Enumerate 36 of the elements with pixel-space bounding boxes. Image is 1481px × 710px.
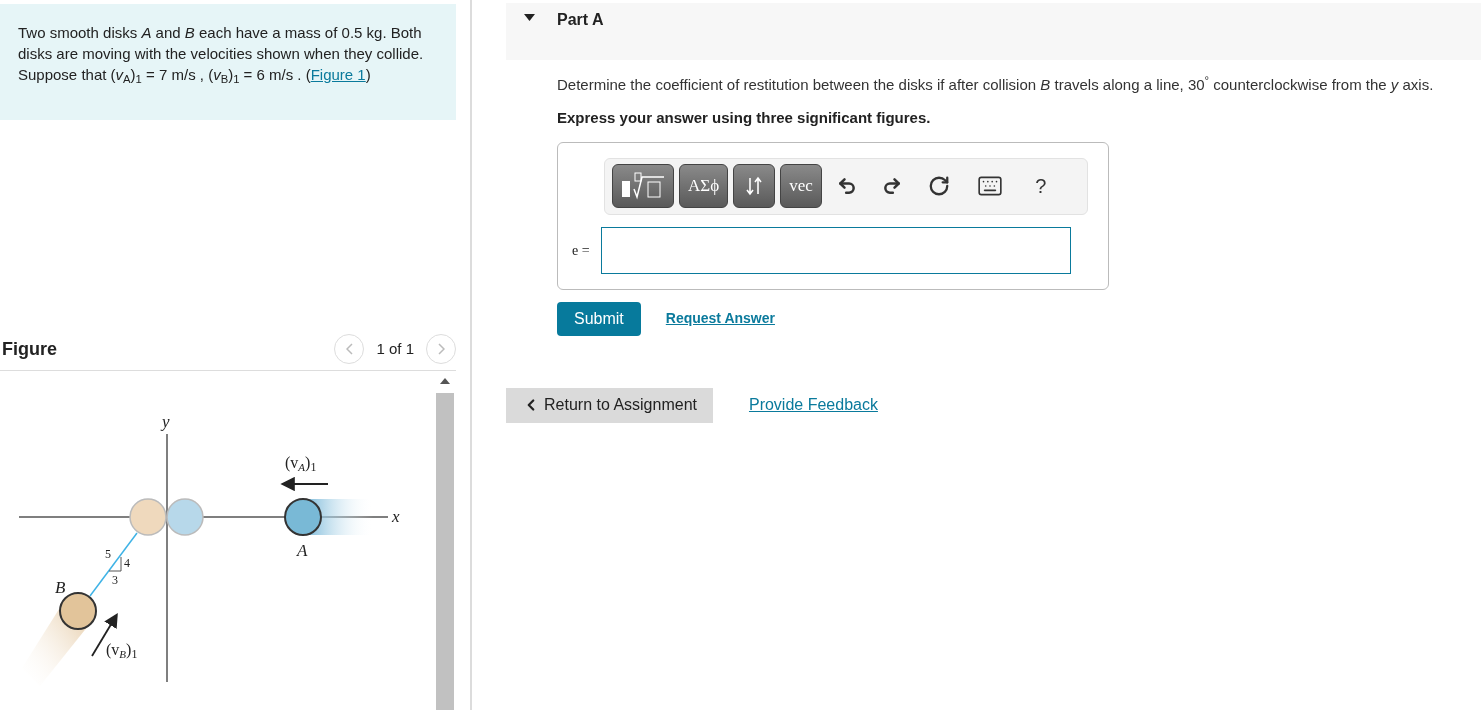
- slope-label: 4: [124, 556, 130, 570]
- velocity-label: (v$_{A}$)$_{1}$: [285, 454, 317, 474]
- up-down-arrows-icon: [745, 176, 764, 196]
- request-answer-link[interactable]: Request Answer: [665, 308, 775, 329]
- problem-text: Two smooth disks A and B each have a mass of 0.5 kg. Both disks are moving with the velocities shown when they collide. Suppose that (v$_{A}$)$_{1}$ = 7 m/s , (v$_{B}$)$_{1}$ = 6 m/s . (Figure 1): [18, 23, 425, 85]
- answer-field[interactable]: [600, 226, 1071, 274]
- template-button[interactable]: [612, 164, 674, 208]
- symbol-button[interactable]: vec: [780, 164, 822, 208]
- slope-label: 3: [112, 573, 118, 587]
- help-button[interactable]: ?: [1018, 164, 1063, 208]
- submit-button[interactable]: Submit: [557, 301, 641, 336]
- disk-label: A: [297, 541, 308, 560]
- axis-label: x: [392, 507, 400, 526]
- reset-icon: [927, 175, 950, 197]
- figure-counter: 1 of 1: [376, 338, 414, 359]
- chevron-right-icon: [437, 343, 445, 355]
- redo-icon: [881, 176, 902, 196]
- figure-heading: Figure: [1, 337, 57, 361]
- chevron-left-icon: [345, 343, 353, 355]
- part-title: Part A: [557, 10, 604, 30]
- scroll-up-icon: [440, 378, 450, 384]
- arrows-button[interactable]: [733, 164, 776, 208]
- disk-label: B: [55, 578, 66, 597]
- symbol-button[interactable]: ΑΣϕ: [679, 164, 729, 208]
- feedback-link[interactable]: Provide Feedback: [748, 393, 878, 417]
- velocity-label: (v$_{B}$)$_{1}$: [106, 641, 138, 661]
- axis-label: y: [162, 412, 170, 431]
- instruction-text: Express your answer using three significant figures.: [557, 108, 932, 128]
- figure-link[interactable]: Figure 1: [310, 66, 366, 83]
- return-button[interactable]: Return to Assignment: [506, 387, 713, 423]
- question-text: Determine the coefficient of restitution between the disks if after collision B travels along a line, 30$^{°}$ counterclockwise from the y axis.: [557, 74, 1435, 95]
- fraction-root-icon: [620, 171, 666, 201]
- part-header[interactable]: Part A: [506, 3, 1481, 60]
- slope-label: 5: [105, 547, 111, 561]
- answer-label: e =: [572, 241, 590, 260]
- undo-icon: [836, 176, 857, 196]
